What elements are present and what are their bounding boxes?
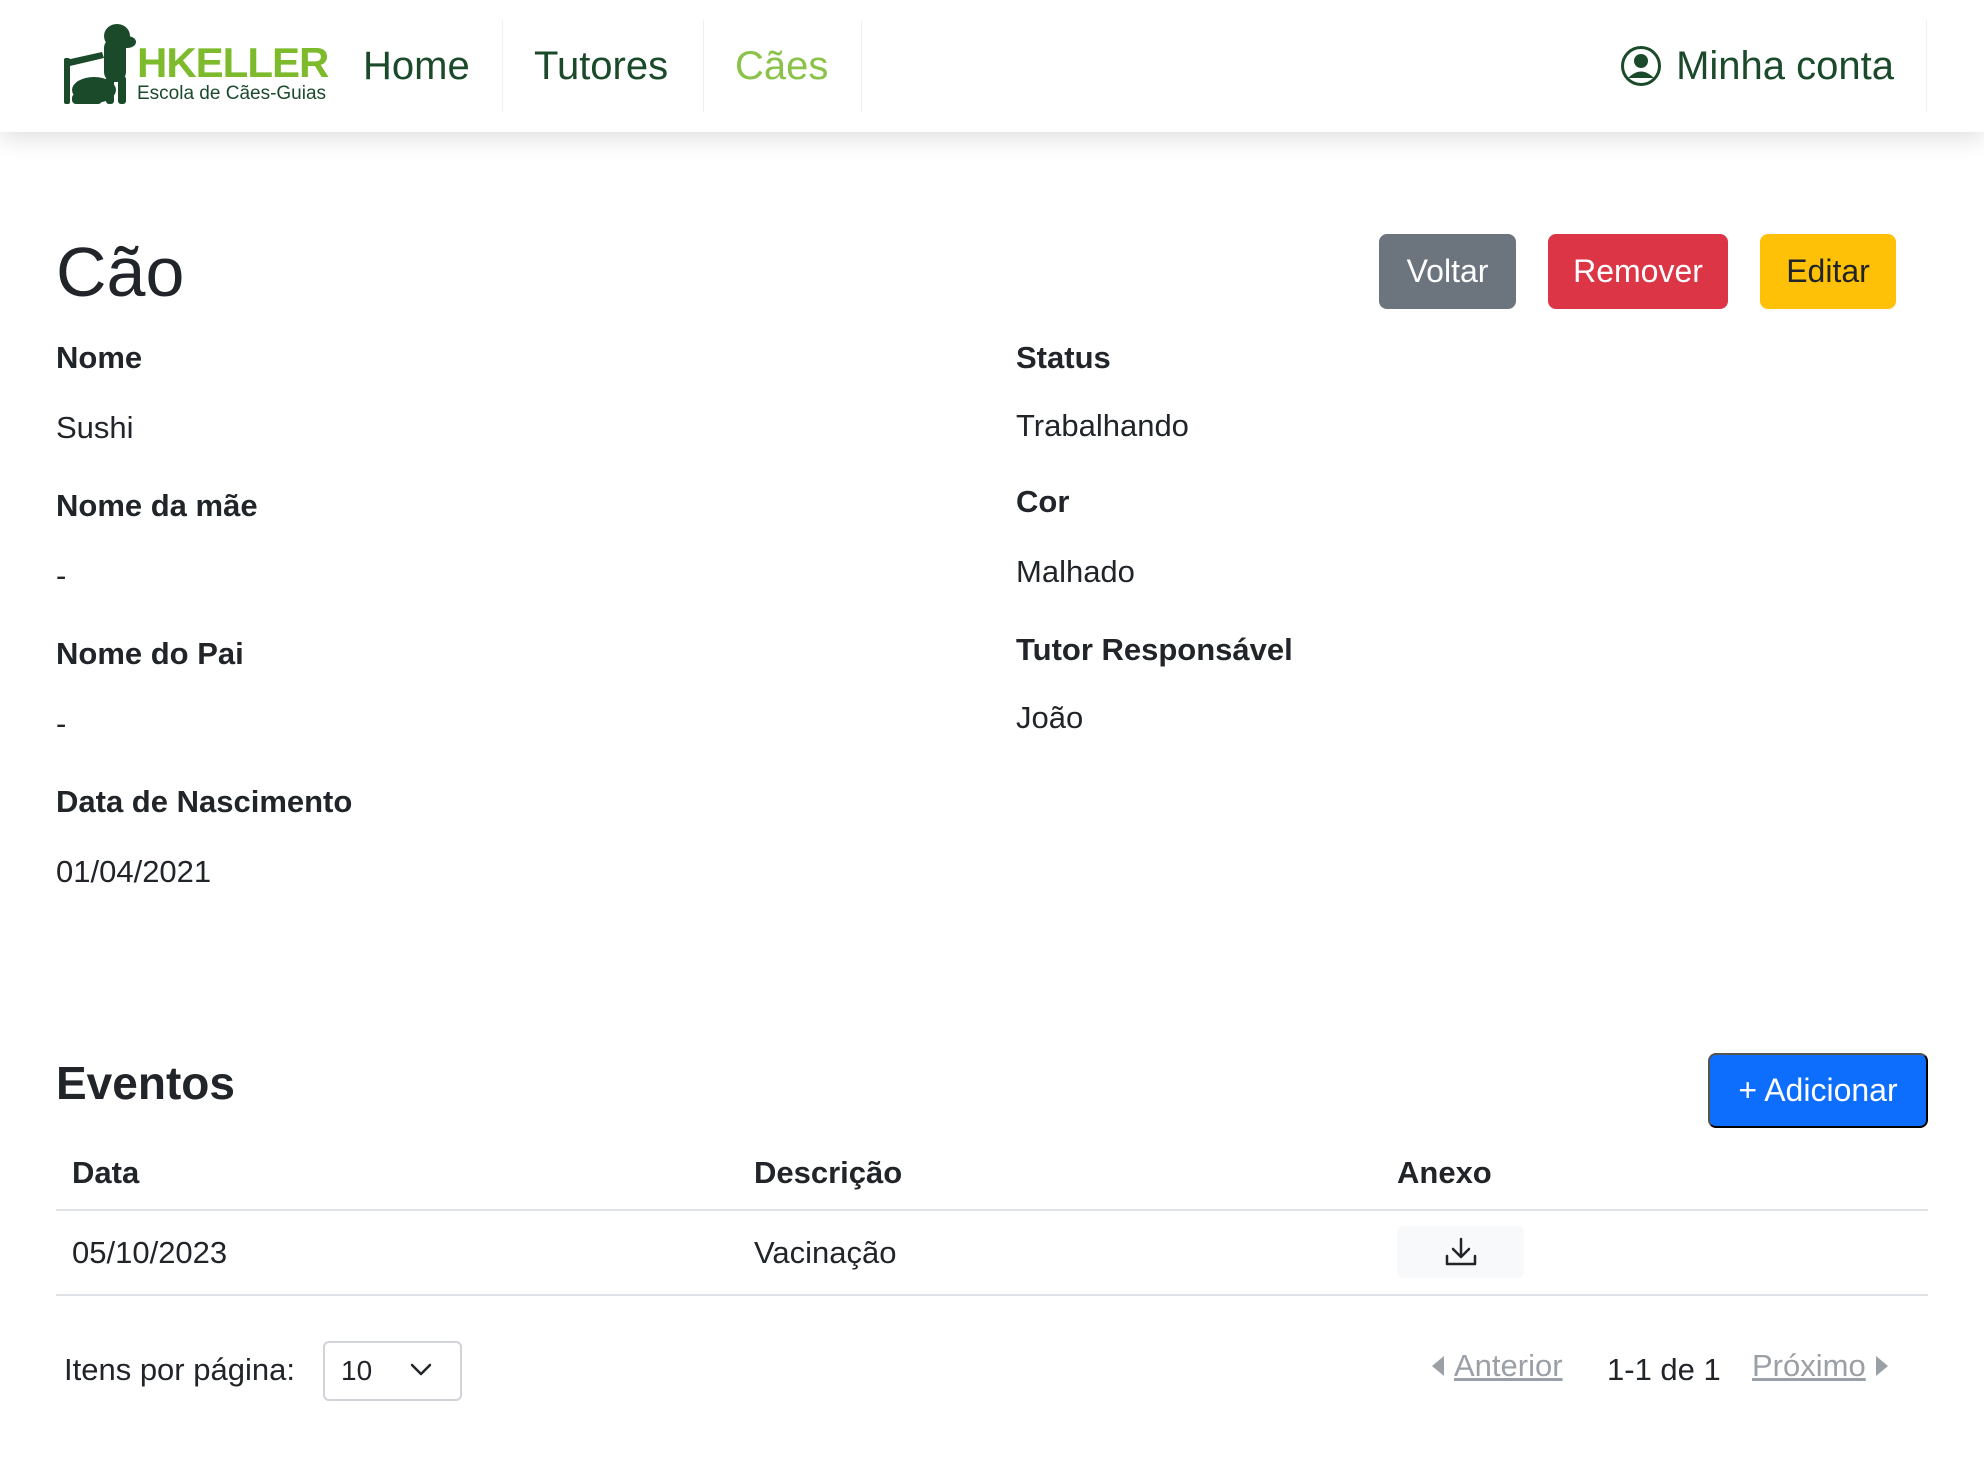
items-per-page-value: 10 — [341, 1355, 373, 1386]
navbar: HKELLER Escola de Cães-Guias Home Tutore… — [0, 0, 1984, 132]
nav-tutores[interactable]: Tutores — [534, 20, 668, 112]
nav-divider — [502, 20, 503, 112]
field-label-nome-mae: Nome da mãe — [56, 488, 258, 523]
field-label-cor: Cor — [1016, 484, 1070, 519]
column-header-descricao: Descrição — [754, 1155, 903, 1190]
logo[interactable]: HKELLER Escola de Cães-Guias — [62, 20, 329, 110]
nav-home[interactable]: Home — [363, 20, 470, 112]
nav-divider — [861, 20, 862, 112]
nav-divider — [1926, 20, 1927, 112]
column-header-anexo: Anexo — [1397, 1155, 1492, 1190]
guide-dog-logo-icon — [64, 24, 136, 104]
header-divider — [56, 1209, 1928, 1211]
chevron-down-icon — [410, 1363, 432, 1376]
row-divider — [56, 1294, 1928, 1296]
items-per-page-select[interactable]: 10 — [323, 1341, 462, 1401]
items-per-page-label: Itens por página: — [64, 1352, 295, 1387]
page-title: Cão — [56, 233, 185, 311]
event-date: 05/10/2023 — [72, 1235, 228, 1270]
account-label: Minha conta — [1676, 43, 1894, 88]
pagination-info: 1-1 de 1 — [1607, 1352, 1721, 1387]
download-icon — [1445, 1237, 1476, 1266]
remove-button[interactable]: Remover — [1548, 234, 1728, 309]
field-value-nome: Sushi — [56, 410, 134, 445]
event-description: Vacinação — [754, 1235, 897, 1270]
events-title: Eventos — [56, 1057, 235, 1109]
field-value-tutor: João — [1016, 700, 1084, 735]
field-label-status: Status — [1016, 340, 1111, 375]
field-label-data-nascimento: Data de Nascimento — [56, 784, 353, 819]
previous-page-label: Anterior — [1454, 1348, 1563, 1383]
field-value-status: Trabalhando — [1016, 408, 1189, 443]
next-page-link[interactable]: Próximo — [1752, 1348, 1890, 1384]
download-attachment-button[interactable] — [1397, 1226, 1524, 1278]
nav-caes[interactable]: Cães — [735, 20, 828, 112]
nav-divider — [703, 20, 704, 112]
field-value-data-nascimento: 01/04/2021 — [56, 854, 212, 889]
column-header-data: Data — [72, 1155, 140, 1190]
logo-tagline: Escola de Cães-Guias — [137, 83, 327, 104]
previous-page-link[interactable]: Anterior — [1430, 1348, 1563, 1384]
field-label-nome-pai: Nome do Pai — [56, 636, 244, 671]
caret-left-icon — [1432, 1356, 1444, 1376]
field-label-nome: Nome — [56, 340, 143, 375]
edit-button[interactable]: Editar — [1760, 234, 1896, 309]
field-label-tutor: Tutor Responsável — [1016, 632, 1293, 667]
logo-brand: HKELLER — [137, 39, 329, 86]
field-value-cor: Malhado — [1016, 554, 1135, 589]
next-page-label: Próximo — [1752, 1348, 1866, 1383]
caret-right-icon — [1875, 1356, 1888, 1376]
add-event-button[interactable]: + Adicionar — [1708, 1053, 1928, 1128]
field-value-nome-mae: - — [56, 558, 67, 593]
field-value-nome-pai: - — [56, 706, 67, 741]
back-button[interactable]: Voltar — [1379, 234, 1516, 309]
account-menu[interactable]: Minha conta — [1620, 20, 1894, 112]
user-circle-icon — [1621, 46, 1662, 86]
